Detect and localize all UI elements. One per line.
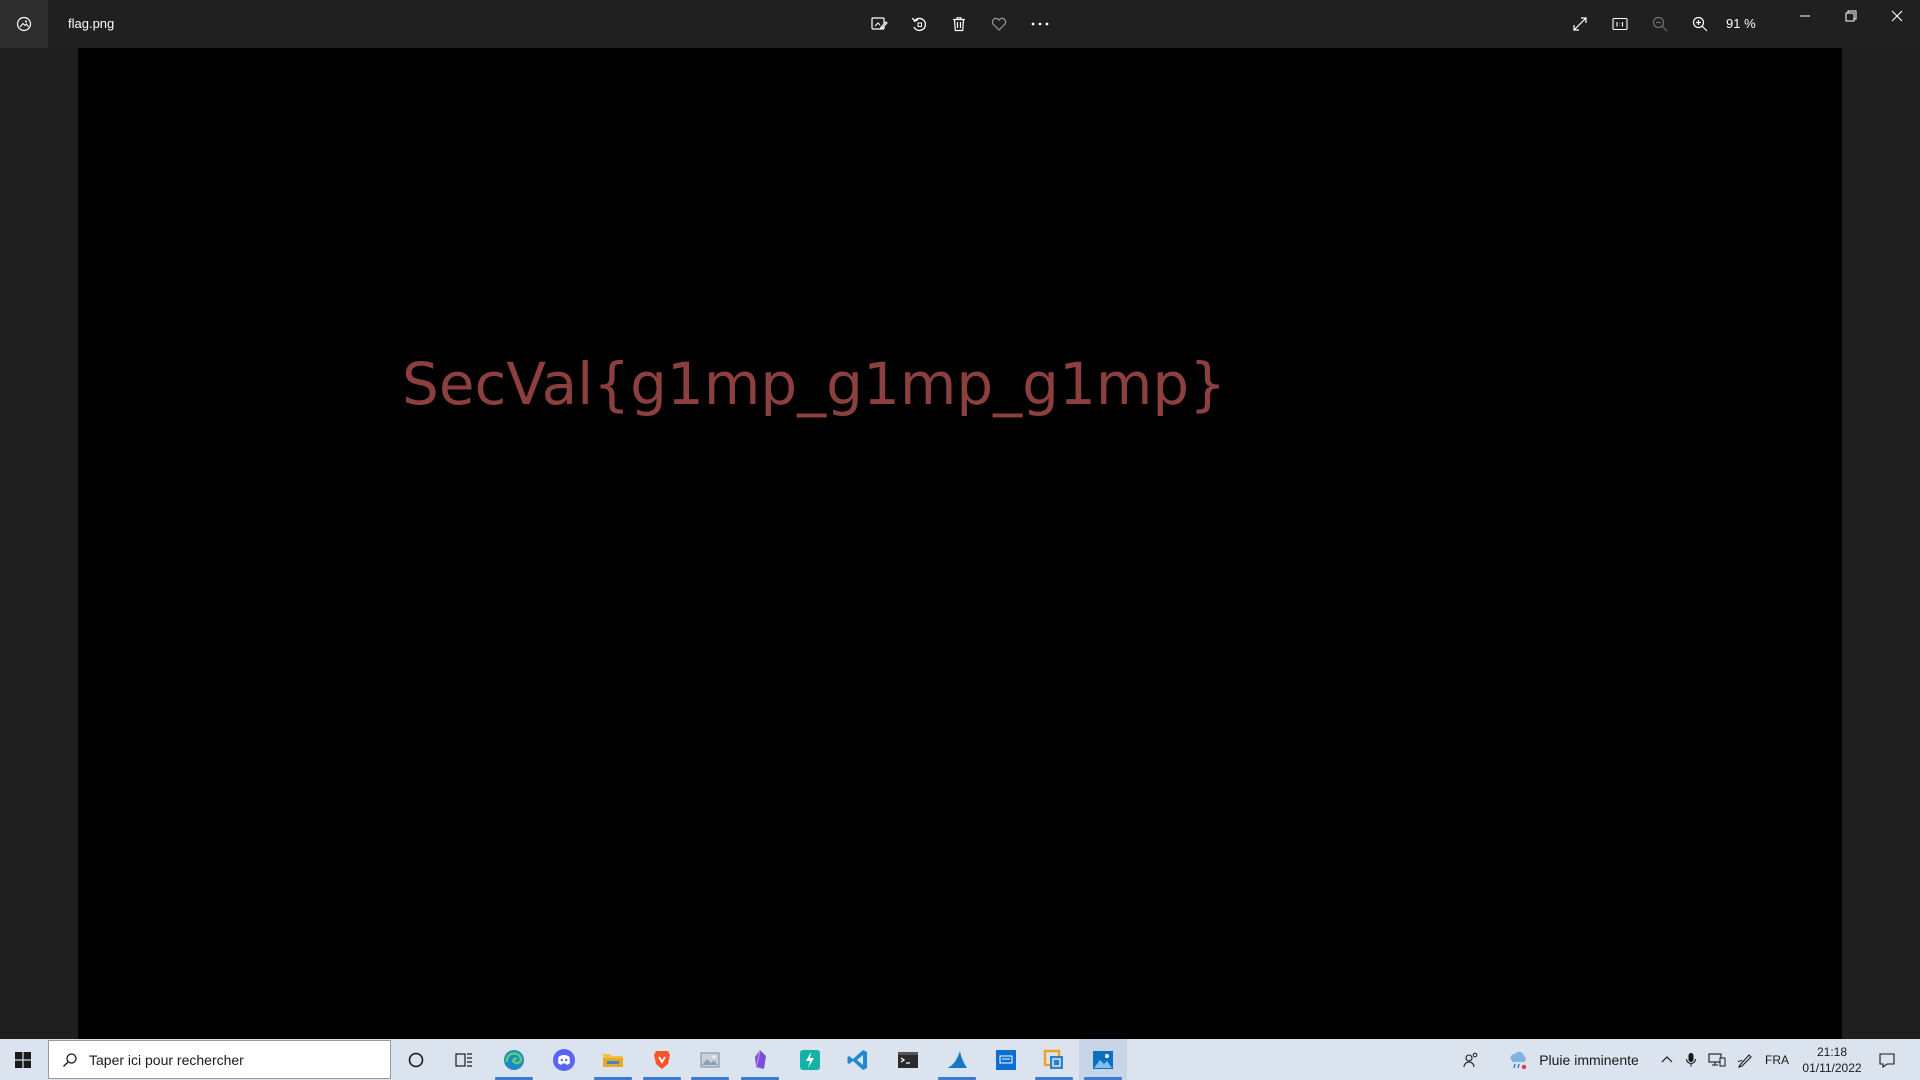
taskbar-app-photos[interactable] bbox=[1079, 1039, 1127, 1080]
delete-button[interactable] bbox=[943, 8, 975, 40]
photos-app-icon[interactable] bbox=[0, 0, 48, 48]
vscode-icon bbox=[847, 1049, 867, 1070]
minimize-icon bbox=[1800, 15, 1810, 17]
expand-icon bbox=[1573, 17, 1587, 31]
rotate-icon bbox=[911, 17, 927, 32]
virtualbox-icon bbox=[1043, 1049, 1063, 1069]
taskbar-app-lightning[interactable] bbox=[786, 1039, 834, 1080]
edit-image-icon bbox=[871, 17, 888, 30]
pen-icon bbox=[1737, 1053, 1752, 1068]
file-name: flag.png bbox=[68, 16, 115, 31]
fullscreen-button[interactable] bbox=[1564, 8, 1596, 40]
taskbar-app-remote[interactable] bbox=[982, 1039, 1030, 1080]
input-language[interactable]: FRA bbox=[1760, 1039, 1794, 1080]
wireshark-icon bbox=[947, 1050, 967, 1068]
start-button[interactable] bbox=[0, 1039, 46, 1080]
zoom-out-button[interactable] bbox=[1644, 8, 1676, 40]
restore-icon bbox=[1845, 10, 1857, 22]
close-button[interactable] bbox=[1874, 0, 1920, 32]
lightning-icon bbox=[800, 1049, 820, 1070]
terminal-icon bbox=[898, 1051, 918, 1068]
cortana-button[interactable] bbox=[392, 1039, 440, 1080]
notifications-button[interactable] bbox=[1872, 1039, 1902, 1080]
more-icon bbox=[1031, 22, 1049, 26]
notification-icon bbox=[1879, 1052, 1895, 1068]
chevron-up-icon bbox=[1661, 1055, 1673, 1062]
trash-icon bbox=[953, 17, 965, 32]
taskbar-app-virtualbox[interactable] bbox=[1030, 1039, 1078, 1080]
microphone-icon bbox=[1685, 1052, 1697, 1066]
zoom-in-button[interactable] bbox=[1684, 8, 1716, 40]
edge-icon bbox=[504, 1049, 524, 1070]
more-options-button[interactable] bbox=[1024, 8, 1056, 40]
taskbar-app-wireshark[interactable] bbox=[933, 1039, 981, 1080]
title-bar: flag.png 91 % bbox=[0, 0, 1920, 48]
clock-time: 21:18 bbox=[1816, 1044, 1848, 1059]
actual-size-button[interactable] bbox=[1604, 8, 1636, 40]
restore-button[interactable] bbox=[1828, 0, 1874, 32]
taskbar-search-box[interactable] bbox=[48, 1040, 391, 1079]
people-icon bbox=[1463, 1052, 1478, 1067]
photos-icon bbox=[1093, 1050, 1113, 1069]
clock-date: 01/11/2022 bbox=[1802, 1060, 1862, 1075]
show-hidden-icons-button[interactable] bbox=[1656, 1039, 1678, 1080]
taskbar-app-discord[interactable] bbox=[540, 1039, 588, 1080]
image-text: SecVal{g1mp_g1mp_g1mp} bbox=[402, 350, 1227, 418]
zoom-in-icon bbox=[1692, 16, 1708, 32]
image-app-icon bbox=[700, 1052, 720, 1067]
task-view-button[interactable] bbox=[440, 1039, 488, 1080]
search-input[interactable] bbox=[89, 1051, 389, 1068]
weather-text[interactable]: Pluie imminente bbox=[1536, 1039, 1642, 1080]
weather-button[interactable] bbox=[1504, 1039, 1532, 1080]
remote-desktop-icon bbox=[996, 1049, 1016, 1070]
rain-cloud-icon bbox=[1510, 1051, 1527, 1069]
taskbar-app-file-explorer[interactable] bbox=[589, 1039, 637, 1080]
taskbar-app-image-viewer[interactable] bbox=[686, 1039, 734, 1080]
taskbar-app-obsidian[interactable] bbox=[736, 1039, 784, 1080]
brave-icon bbox=[654, 1050, 670, 1069]
edit-image-button[interactable] bbox=[863, 8, 895, 40]
microphone-button[interactable] bbox=[1680, 1039, 1702, 1080]
pen-button[interactable] bbox=[1732, 1039, 1758, 1080]
folder-icon bbox=[603, 1053, 623, 1067]
obsidian-icon bbox=[755, 1049, 766, 1069]
rotate-button[interactable] bbox=[903, 8, 935, 40]
image-viewer: SecVal{g1mp_g1mp_g1mp} bbox=[0, 48, 1920, 1039]
minimize-button[interactable] bbox=[1782, 0, 1828, 32]
network-icon bbox=[1708, 1052, 1726, 1066]
task-view-icon bbox=[455, 1052, 472, 1067]
people-button[interactable] bbox=[1456, 1039, 1486, 1080]
taskbar: Pluie imminente FRA 21:18 01/11/2022 bbox=[0, 1039, 1920, 1080]
taskbar-app-terminal[interactable] bbox=[884, 1039, 932, 1080]
discord-icon bbox=[553, 1048, 575, 1071]
taskbar-app-vscode[interactable] bbox=[834, 1039, 882, 1080]
taskbar-app-edge[interactable] bbox=[490, 1039, 538, 1080]
taskbar-app-brave[interactable] bbox=[638, 1039, 686, 1080]
network-button[interactable] bbox=[1704, 1039, 1730, 1080]
heart-icon bbox=[991, 17, 1007, 31]
windows-logo-icon bbox=[15, 1051, 31, 1068]
clock[interactable]: 21:18 01/11/2022 bbox=[1792, 1039, 1872, 1080]
photos-app-window: flag.png 91 % SecVal{g1mp_g1mp_g1mp} Tap… bbox=[0, 0, 1920, 1080]
actual-size-icon bbox=[1612, 17, 1628, 31]
zoom-level[interactable]: 91 % bbox=[1726, 0, 1756, 48]
zoom-out-icon bbox=[1652, 16, 1668, 32]
displayed-image[interactable]: SecVal{g1mp_g1mp_g1mp} bbox=[78, 48, 1842, 1039]
close-icon bbox=[1891, 10, 1903, 22]
cortana-icon bbox=[408, 1052, 424, 1067]
search-icon bbox=[61, 1051, 79, 1069]
favorite-button[interactable] bbox=[983, 8, 1015, 40]
